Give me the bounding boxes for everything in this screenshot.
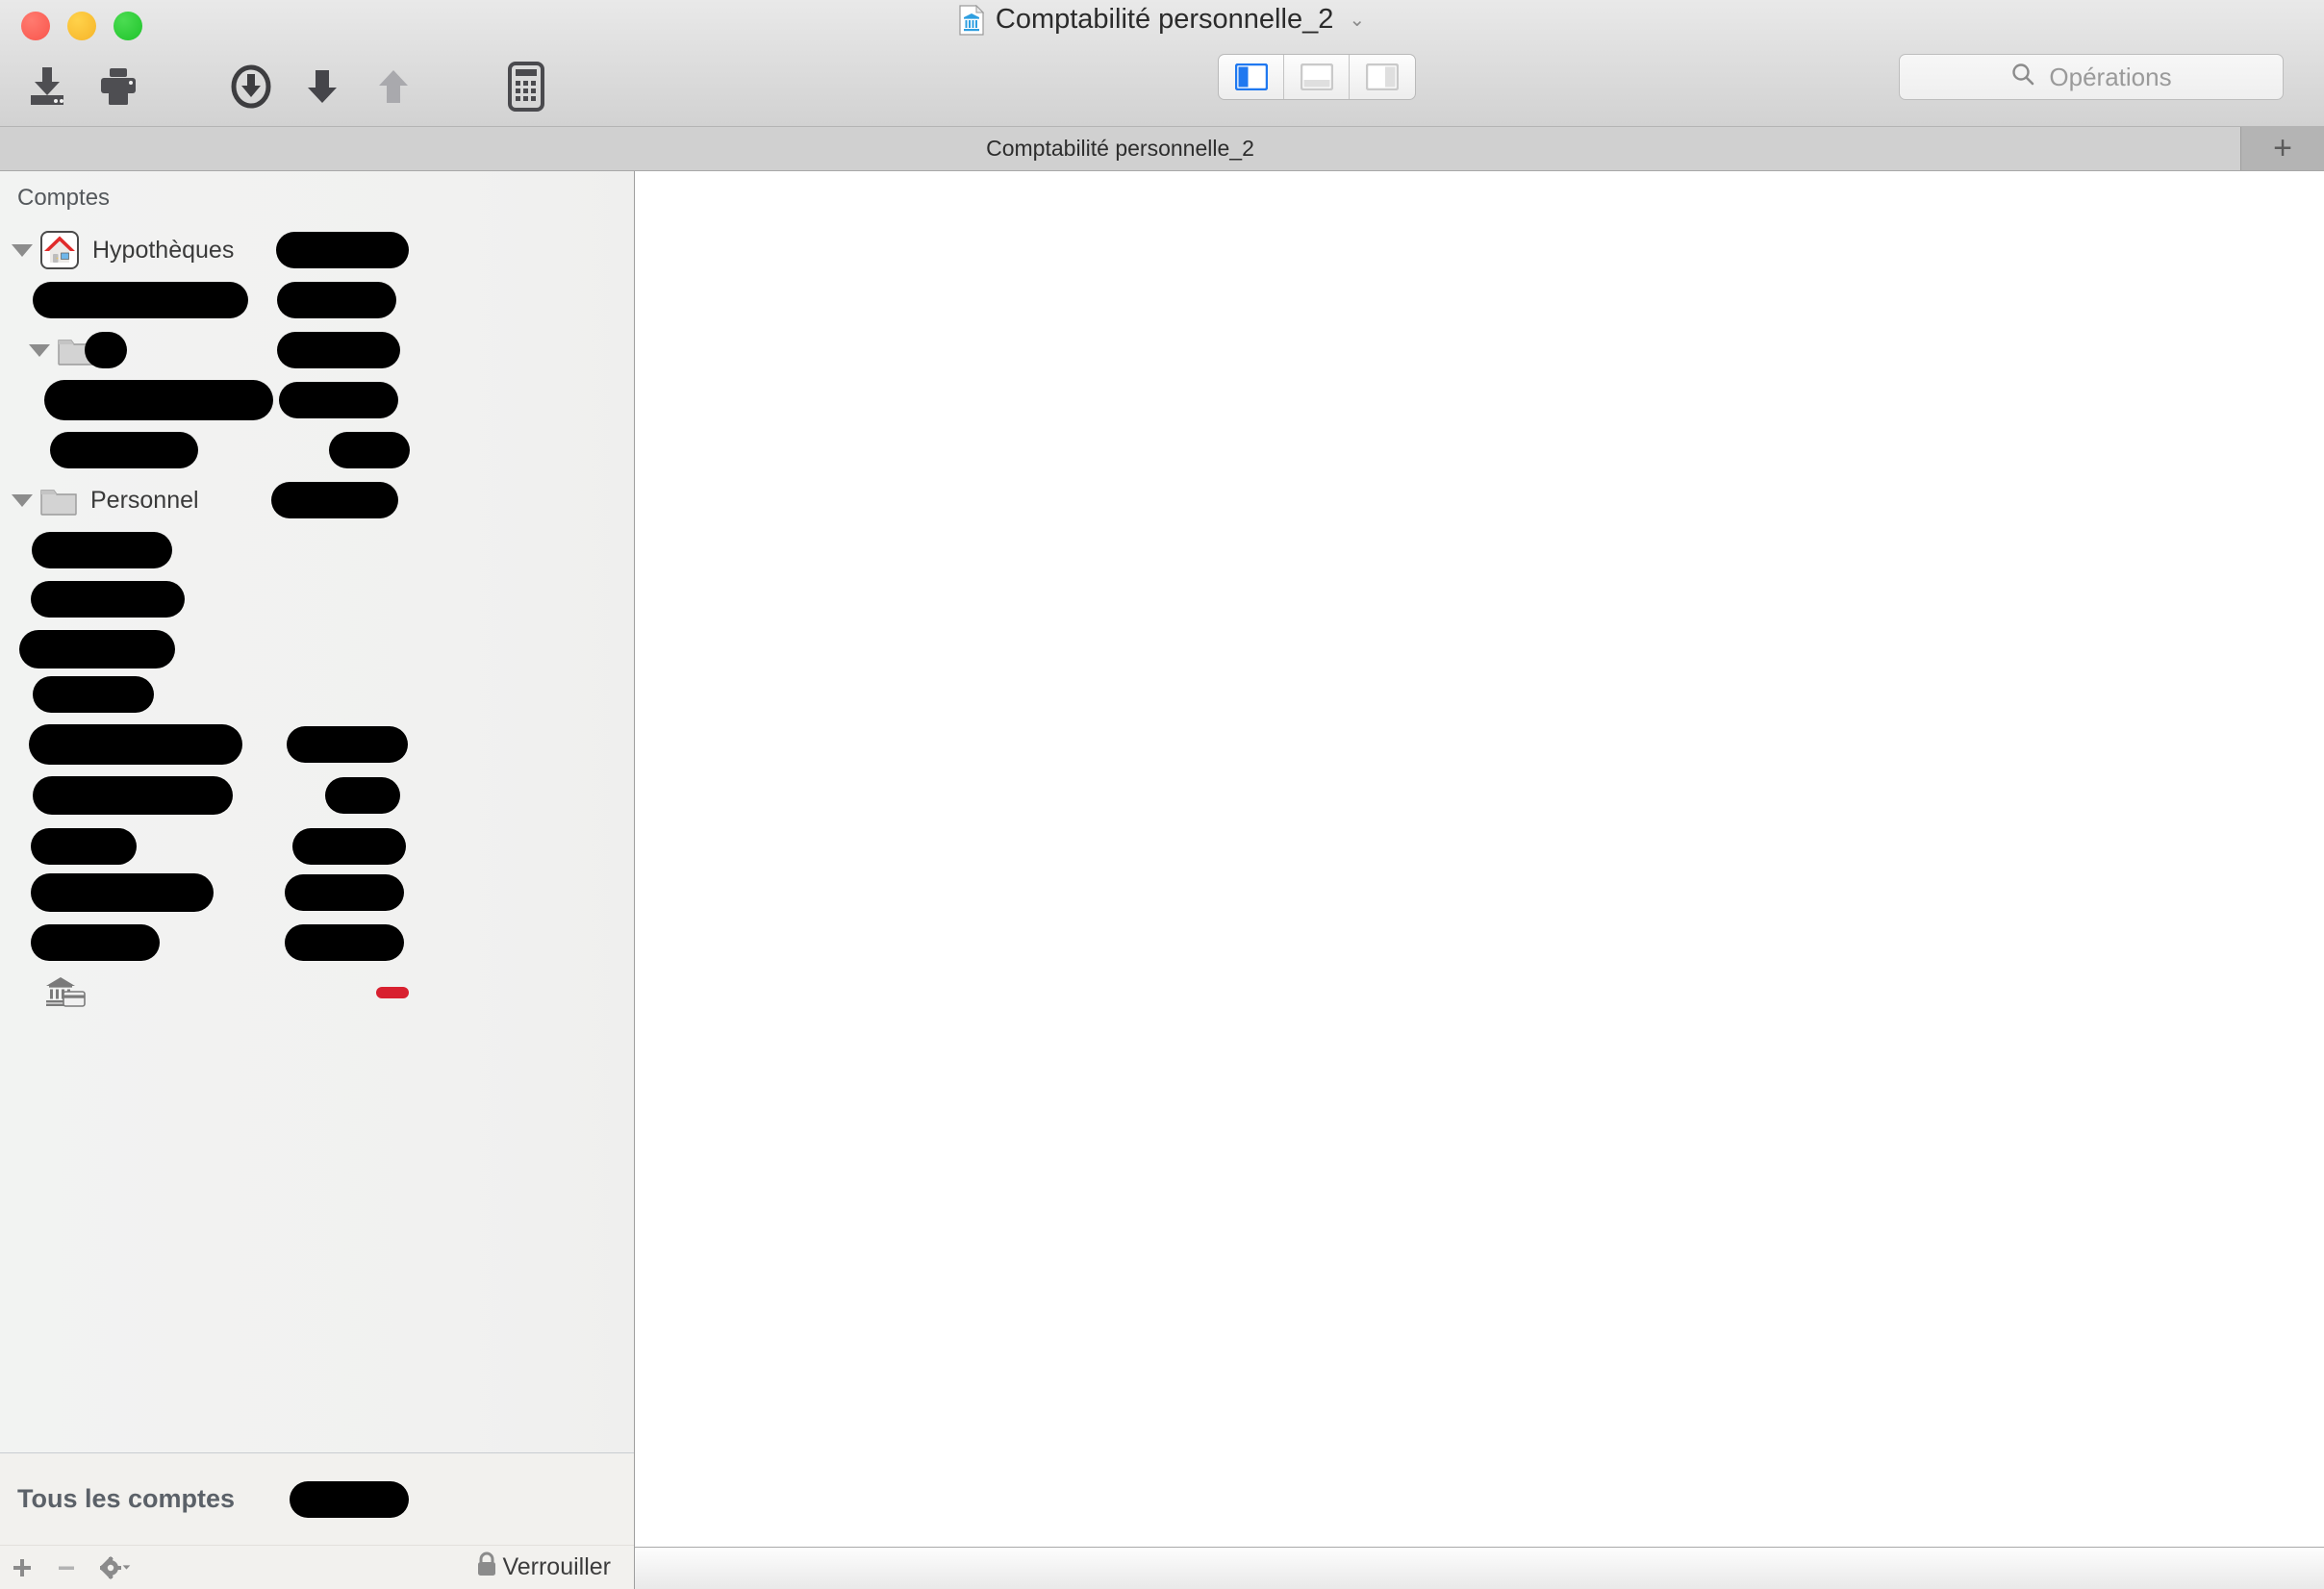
sidebar-item-account-row-9[interactable] — [0, 770, 634, 820]
main-toolbar: Opérations — [0, 46, 2324, 127]
chevron-down-icon[interactable]: ⌄ — [1349, 11, 1365, 30]
redacted-amount — [325, 777, 400, 814]
bank-card-icon — [44, 974, 87, 1011]
search-icon — [2010, 62, 2035, 93]
redacted-label — [32, 532, 172, 568]
sidebar-item-account-row-4[interactable] — [0, 525, 634, 575]
content-status-bar — [635, 1547, 2324, 1589]
import-icon[interactable] — [12, 57, 83, 116]
sidebar-item-account-row-7[interactable] — [0, 669, 634, 719]
redacted-label — [31, 828, 137, 865]
view-segmented-control — [1218, 54, 1416, 100]
toolbar-group-file — [12, 57, 154, 116]
redacted-amount — [285, 874, 404, 911]
redacted-label — [33, 676, 154, 713]
lock-label: Verrouiller — [502, 1553, 611, 1580]
redacted-label — [19, 630, 175, 668]
redacted-total-amount — [290, 1481, 409, 1518]
new-tab-button[interactable]: + — [2241, 127, 2324, 170]
app-window: Comptabilité personnelle_2 ⌄ Opérations … — [0, 0, 2324, 1589]
redacted-label — [29, 724, 242, 765]
print-icon[interactable] — [83, 57, 154, 116]
transactions-pane[interactable] — [635, 171, 2324, 1547]
house-icon — [40, 231, 79, 269]
document-title-group: Comptabilité personnelle_2 ⌄ — [0, 4, 2324, 36]
titlebar: Comptabilité personnelle_2 ⌄ Opérations — [0, 0, 2324, 127]
sidebar-item-account-row-6[interactable] — [0, 624, 634, 674]
tab-comptabilite-personnelle-2[interactable]: Comptabilité personnelle_2 — [0, 127, 2241, 170]
toolbar-group-transfer — [215, 57, 429, 116]
sidebar-separator — [0, 1452, 634, 1453]
sidebar-item-hypotheques[interactable]: Hypothèques — [0, 225, 634, 275]
redacted-amount — [277, 332, 400, 368]
sidebar-item-account-row-8[interactable] — [0, 719, 634, 769]
tab-bar: Comptabilité personnelle_2 + — [0, 127, 2324, 171]
all-accounts-row[interactable]: Tous les comptes — [0, 1452, 634, 1545]
redacted-amount — [287, 726, 408, 763]
lock-icon — [475, 1551, 498, 1583]
redacted-amount — [277, 282, 396, 318]
sidebar-item-visa-remise[interactable] — [0, 968, 634, 1018]
redacted-amount — [285, 924, 404, 961]
sidebar-item-account-row-2[interactable] — [0, 375, 634, 425]
redacted-amount — [292, 828, 406, 865]
calculator-icon[interactable] — [491, 57, 562, 116]
toolbar-group-tools — [491, 57, 562, 116]
status-badge — [376, 987, 409, 998]
redacted-amount — [329, 432, 410, 468]
document-bank-icon — [959, 4, 985, 36]
download-circle-icon[interactable] — [215, 57, 287, 116]
redacted-amount — [271, 482, 398, 518]
add-account-button[interactable] — [0, 1546, 44, 1589]
disclosure-triangle-icon[interactable] — [29, 343, 50, 357]
sidebar-item-account-row-5[interactable] — [0, 574, 634, 624]
view-bottom-panel[interactable] — [1284, 55, 1350, 99]
sidebar-item-folder-row-1[interactable] — [0, 325, 634, 375]
redacted-amount — [279, 382, 398, 418]
redacted-label — [33, 282, 248, 318]
sidebar-item-label: Hypothèques — [92, 236, 235, 264]
redacted-label — [50, 432, 198, 468]
lock-button[interactable]: Verrouiller — [475, 1551, 611, 1583]
sidebar-item-account-row-12[interactable] — [0, 918, 634, 968]
accounts-list: Comptes Hypothèques Personnel — [0, 171, 634, 1452]
search-input[interactable]: Opérations — [2049, 63, 2171, 92]
redacted-label — [44, 380, 273, 420]
redacted-amount — [276, 232, 409, 268]
sidebar-item-account-row-11[interactable] — [0, 868, 634, 918]
folder-icon — [40, 485, 77, 516]
redacted-label — [33, 776, 233, 815]
disclosure-triangle-icon[interactable] — [12, 493, 33, 507]
sidebar-bottom-bar: Verrouiller — [0, 1545, 634, 1589]
disclosure-triangle-icon[interactable] — [12, 243, 33, 257]
settings-gear-button[interactable] — [88, 1546, 144, 1589]
sidebar-item-personnel[interactable]: Personnel — [0, 475, 634, 525]
sidebar-item-label: Personnel — [90, 486, 199, 514]
all-accounts-label: Tous les comptes — [17, 1483, 236, 1513]
sidebar-item-account-row-3[interactable] — [0, 425, 634, 475]
arrow-down-icon[interactable] — [287, 57, 358, 116]
redacted-label — [31, 924, 160, 961]
page-title: Comptabilité personnelle_2 — [995, 4, 1334, 35]
sidebar-item-account-row-1[interactable] — [0, 275, 634, 325]
redacted-label — [31, 581, 185, 618]
arrow-up-icon[interactable] — [358, 57, 429, 116]
view-sidebar[interactable] — [1219, 55, 1284, 99]
view-right-panel[interactable] — [1350, 55, 1415, 99]
search-field[interactable]: Opérations — [1899, 54, 2284, 100]
content-area — [635, 171, 2324, 1589]
window-body: Comptes Hypothèques Personnel Tous les c… — [0, 171, 2324, 1589]
remove-account-button[interactable] — [44, 1546, 88, 1589]
redacted-label — [85, 332, 127, 368]
redacted-label — [31, 873, 214, 912]
sidebar-item-account-row-10[interactable] — [0, 821, 634, 871]
sidebar-header: Comptes — [17, 185, 111, 211]
accounts-sidebar: Comptes Hypothèques Personnel Tous les c… — [0, 171, 635, 1589]
